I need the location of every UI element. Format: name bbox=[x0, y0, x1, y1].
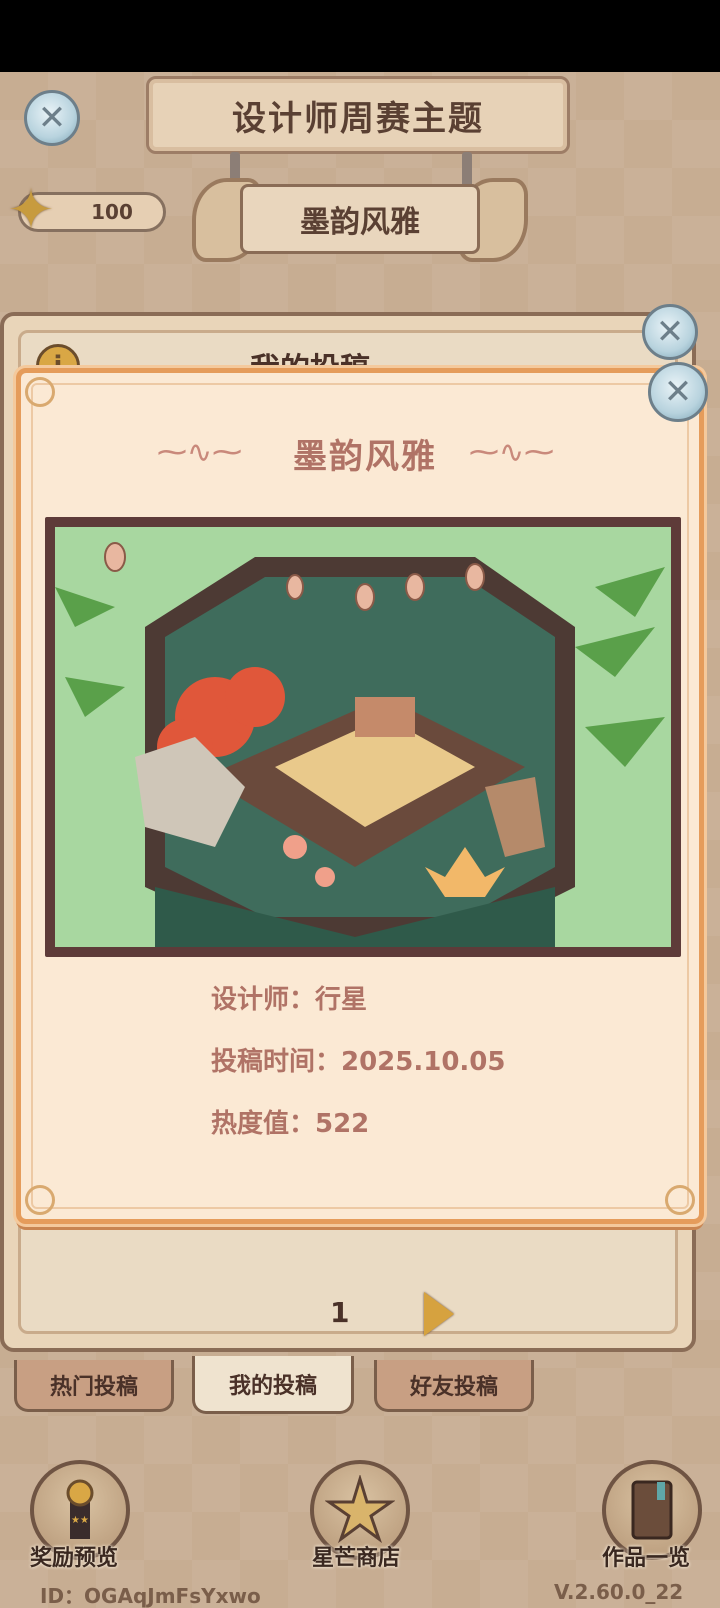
corner-ornament bbox=[25, 1185, 55, 1215]
corner-ornament bbox=[665, 1185, 695, 1215]
designer-info: 设计师：行星 bbox=[211, 985, 368, 1015]
close-icon: ✕ bbox=[655, 312, 685, 352]
submission-detail-modal: ⁓∿⁓ 墨韵风雅 ⁓∿⁓ 设计师：行星 投稿时间：2025.10.05 热度值：… bbox=[16, 368, 704, 1224]
close-button[interactable]: ✕ bbox=[24, 90, 80, 146]
theme-name: 墨韵风雅 bbox=[240, 184, 480, 254]
star-shop-label: 星芒商店 bbox=[312, 1546, 401, 1571]
status-bar bbox=[0, 0, 720, 72]
works-overview-label: 作品一览 bbox=[602, 1546, 691, 1571]
version-text: V.2.60.0_22 bbox=[554, 1580, 684, 1604]
star-icon: ✦ bbox=[7, 178, 55, 243]
tab-my-submissions[interactable]: 我的投稿 bbox=[192, 1356, 354, 1414]
book-icon bbox=[631, 1480, 673, 1540]
artwork-frame bbox=[45, 517, 681, 957]
title-ornament-right: ⁓∿⁓ bbox=[469, 435, 555, 470]
next-arrow-icon[interactable] bbox=[424, 1292, 454, 1336]
close-icon: ✕ bbox=[663, 372, 693, 412]
tab-hot-submissions[interactable]: 热门投稿 bbox=[14, 1360, 174, 1412]
submit-time-info: 投稿时间：2025.10.05 bbox=[211, 1047, 506, 1077]
room-artwork bbox=[55, 527, 671, 947]
user-id: ID：OGAqJmFsYxwo bbox=[40, 1584, 261, 1608]
close-icon: ✕ bbox=[37, 98, 67, 138]
svg-text:★★: ★★ bbox=[71, 1515, 89, 1526]
trophy-icon: ★★ bbox=[66, 1479, 94, 1539]
tab-friend-submissions[interactable]: 好友投稿 bbox=[374, 1360, 534, 1412]
artwork-image bbox=[55, 527, 671, 947]
modal-title: 墨韵风雅 bbox=[293, 437, 437, 477]
rewards-preview-label: 奖励预览 bbox=[30, 1546, 119, 1571]
modal-close-button[interactable]: ✕ bbox=[648, 362, 708, 422]
page-number: 1 bbox=[330, 1296, 350, 1329]
star-icon bbox=[325, 1475, 395, 1544]
heat-value-info: 热度值：522 bbox=[211, 1109, 370, 1139]
panel-close-button[interactable]: ✕ bbox=[642, 304, 698, 360]
star-count: 100 bbox=[91, 200, 133, 224]
page-title: 设计师周赛主题 bbox=[146, 76, 570, 154]
corner-ornament bbox=[25, 377, 55, 407]
